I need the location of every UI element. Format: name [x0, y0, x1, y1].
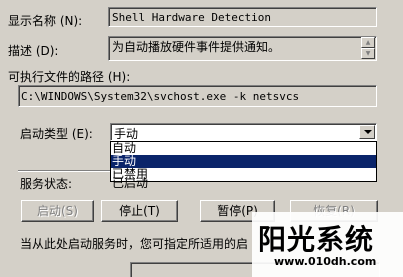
dropdown-arrow-icon[interactable]: [359, 125, 375, 139]
startup-type-select[interactable]: 手动: [110, 123, 377, 141]
exe-path-value: C:\WINDOWS\System32\svchost.exe -k netsv…: [21, 90, 300, 103]
description-field: 为自动播放硬件事件提供通知。 ▲ ▼: [108, 36, 377, 61]
display-name-value: Shell Hardware Detection: [112, 11, 271, 24]
service-status-value: 已启动: [112, 176, 149, 190]
start-button[interactable]: 启动(S): [21, 200, 94, 222]
description-value: 为自动播放硬件事件提供通知。: [112, 40, 281, 54]
scroll-up-button[interactable]: ▲: [361, 37, 375, 48]
watermark-title: 阳光系统: [258, 223, 375, 256]
service-status-label: 服务状态:: [20, 177, 73, 191]
start-parameters-hint: 当从此处启动服务时，您可指定所适用的启: [20, 237, 249, 251]
exe-path-label: 可执行文件的路径 (H):: [8, 70, 131, 84]
description-label: 描述 (D):: [8, 44, 59, 58]
display-name-field: Shell Hardware Detection: [108, 7, 377, 27]
scroll-down-button[interactable]: ▼: [361, 48, 375, 59]
startup-type-label: 启动类型 (E):: [20, 127, 93, 141]
watermark-url: www.010dh.com: [274, 255, 377, 268]
startup-option-auto[interactable]: 自动: [111, 142, 376, 155]
watermark-logo: 阳光系统 www.010dh.com: [252, 212, 403, 277]
separator-line: [18, 170, 110, 172]
stop-button[interactable]: 停止(T): [101, 200, 178, 222]
startup-type-selected-value: 手动: [114, 127, 139, 141]
startup-option-manual[interactable]: 手动: [111, 155, 376, 168]
startup-type-dropdown-list: 自动 手动 已禁用: [110, 141, 377, 182]
display-name-label: 显示名称 (N):: [8, 14, 83, 28]
exe-path-field: C:\WINDOWS\System32\svchost.exe -k netsv…: [18, 85, 377, 107]
service-properties-general-tab: 显示名称 (N): Shell Hardware Detection 描述 (D…: [0, 0, 403, 277]
startup-option-disabled[interactable]: 已禁用: [111, 168, 376, 181]
